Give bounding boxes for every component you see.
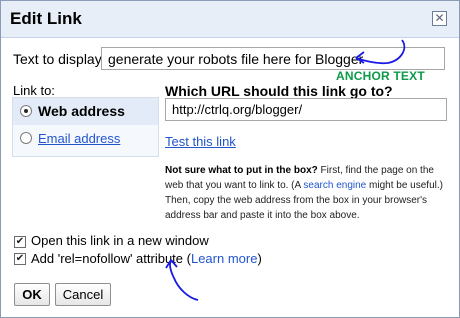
- url-input[interactable]: http://ctrlq.org/blogger/: [165, 98, 447, 121]
- url-heading: Which URL should this link go to?: [165, 83, 393, 99]
- text-to-display-label: Text to display:: [13, 51, 106, 67]
- email-address-radio[interactable]: [20, 132, 32, 144]
- close-icon[interactable]: ✕: [432, 11, 447, 26]
- learn-more-link[interactable]: Learn more: [191, 251, 257, 266]
- nofollow-close: ): [257, 251, 262, 266]
- test-link[interactable]: Test this link: [165, 134, 236, 149]
- help-text: Not sure what to put in the box? First, …: [165, 163, 449, 223]
- cancel-button[interactable]: Cancel: [55, 283, 111, 306]
- search-engine-link[interactable]: search engine: [303, 180, 366, 191]
- help-heading: Not sure what to put in the box?: [165, 165, 318, 176]
- link-to-label: Link to:: [13, 83, 55, 98]
- email-address-option[interactable]: Email address: [13, 128, 158, 152]
- nofollow-text: Add 'rel=nofollow' attribute (: [31, 251, 191, 266]
- text-to-display-input[interactable]: generate your robots file here for Blogg…: [101, 47, 445, 70]
- ok-button[interactable]: OK: [14, 283, 50, 306]
- web-address-option[interactable]: Web address: [13, 98, 158, 125]
- anchor-text-annotation: ANCHOR TEXT: [336, 69, 425, 83]
- email-address-link[interactable]: Email address: [38, 131, 120, 146]
- web-address-radio[interactable]: [20, 105, 32, 117]
- link-type-panel: Web address Email address: [12, 97, 159, 157]
- nofollow-label: Add 'rel=nofollow' attribute (Learn more…: [31, 251, 262, 266]
- new-window-label: Open this link in a new window: [31, 233, 209, 248]
- edit-link-dialog: Edit Link ✕ Text to display: generate yo…: [0, 0, 460, 318]
- nofollow-checkbox[interactable]: ✔: [14, 253, 26, 265]
- new-window-checkbox[interactable]: ✔: [14, 236, 26, 248]
- dialog-titlebar: Edit Link ✕: [1, 1, 459, 38]
- dialog-title: Edit Link: [10, 9, 82, 28]
- web-address-label: Web address: [38, 103, 125, 119]
